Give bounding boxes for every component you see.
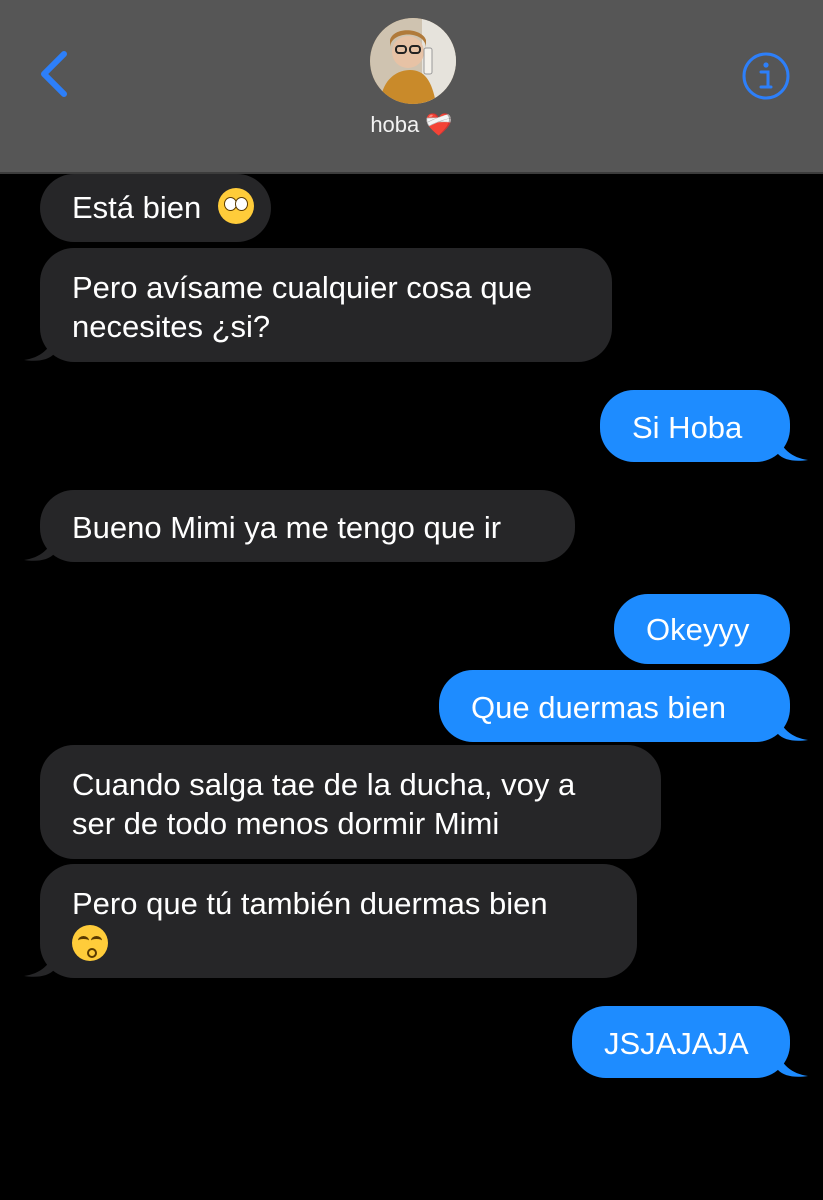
incoming-message[interactable]: Pero que tú también duermas bien bbox=[40, 864, 637, 978]
message-text: Que duermas bien bbox=[471, 690, 727, 725]
incoming-message[interactable]: Bueno Mimi ya me tengo que ir bbox=[40, 490, 575, 562]
bubble-tail bbox=[24, 950, 54, 977]
info-circle-icon bbox=[742, 52, 790, 100]
bubble-tail bbox=[778, 1050, 808, 1077]
outgoing-message[interactable]: Si Hoba bbox=[600, 390, 790, 462]
outgoing-message[interactable]: Que duermas bien bbox=[439, 670, 790, 742]
avatar-photo bbox=[370, 18, 456, 104]
message-text: JSJAJAJA bbox=[604, 1026, 749, 1061]
message-text: Okeyyy bbox=[646, 612, 750, 647]
rolling-eyes-emoji bbox=[217, 188, 254, 224]
contact-name[interactable]: hoba ❤️‍🩹 bbox=[0, 112, 823, 138]
message-text-line: Pero que tú también duermas bien bbox=[72, 886, 548, 921]
message-text-line: ser de todo menos dormir Mimi bbox=[72, 806, 500, 841]
contact-name-text: hoba bbox=[370, 112, 420, 137]
info-button[interactable] bbox=[740, 50, 792, 102]
incoming-message[interactable]: Pero avísame cualquier cosa que necesite… bbox=[40, 248, 612, 362]
bubble-tail bbox=[778, 434, 808, 461]
kissing-face-emoji bbox=[72, 925, 108, 961]
message-text: Está bien bbox=[72, 190, 202, 225]
message-text-line: Pero avísame cualquier cosa que bbox=[72, 270, 533, 305]
message-text: Si Hoba bbox=[632, 410, 743, 445]
contact-avatar[interactable] bbox=[370, 18, 456, 104]
bubble-tail bbox=[24, 334, 54, 361]
outgoing-message[interactable]: Okeyyy bbox=[614, 594, 790, 664]
incoming-message[interactable]: Está bien bbox=[40, 174, 271, 242]
outgoing-message[interactable]: JSJAJAJA bbox=[572, 1006, 790, 1078]
bubble-tail bbox=[24, 534, 54, 561]
back-button[interactable] bbox=[30, 44, 80, 104]
bubble-tail bbox=[778, 714, 808, 741]
message-text: Bueno Mimi ya me tengo que ir bbox=[72, 510, 502, 545]
conversation-header: hoba ❤️‍🩹 bbox=[0, 0, 823, 174]
message-text-line: necesites ¿si? bbox=[72, 309, 271, 344]
message-text-line: Cuando salga tae de la ducha, voy a bbox=[72, 767, 576, 802]
incoming-message[interactable]: Cuando salga tae de la ducha, voy a ser … bbox=[40, 745, 661, 859]
mending-heart-emoji: ❤️‍🩹 bbox=[425, 112, 453, 137]
chevron-left-icon bbox=[41, 51, 67, 97]
